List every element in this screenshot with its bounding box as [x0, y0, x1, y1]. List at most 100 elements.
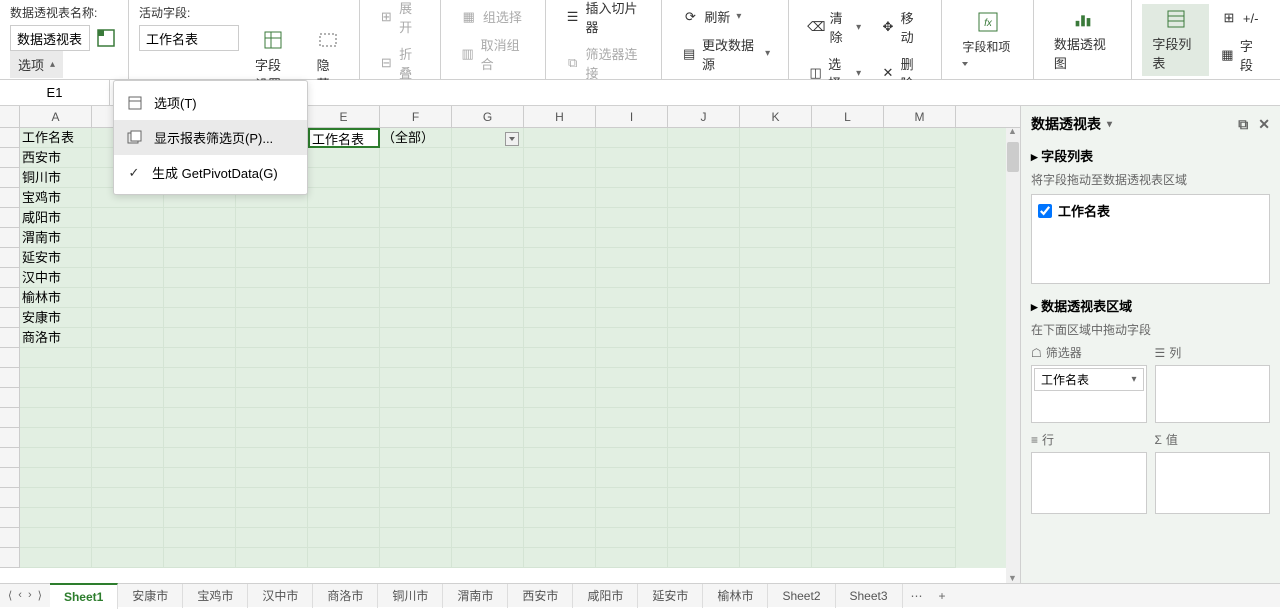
cell[interactable] — [20, 528, 92, 548]
cell[interactable] — [380, 288, 452, 308]
cell[interactable] — [452, 148, 524, 168]
cell[interactable] — [668, 268, 740, 288]
row-header[interactable] — [0, 508, 20, 528]
cell[interactable] — [740, 448, 812, 468]
clear-button[interactable]: ⌫清除▾ — [799, 4, 869, 50]
cell[interactable] — [524, 448, 596, 468]
cell[interactable] — [92, 328, 164, 348]
sheet-tab[interactable]: 西安市 — [508, 584, 573, 608]
cell[interactable] — [740, 228, 812, 248]
cell[interactable] — [308, 468, 380, 488]
value-drop-zone[interactable] — [1155, 452, 1271, 514]
cell[interactable] — [740, 408, 812, 428]
cell[interactable] — [596, 308, 668, 328]
cell[interactable]: 工作名表 — [308, 128, 380, 148]
cell[interactable] — [524, 208, 596, 228]
row-header[interactable] — [0, 368, 20, 388]
cell[interactable] — [812, 268, 884, 288]
row-header[interactable] — [0, 188, 20, 208]
cell[interactable] — [308, 488, 380, 508]
cell[interactable] — [308, 328, 380, 348]
cell[interactable] — [740, 148, 812, 168]
cell[interactable] — [524, 128, 596, 148]
field-and-item-button[interactable]: fx 字段和项 — [952, 4, 1023, 75]
cell[interactable] — [812, 288, 884, 308]
cell[interactable] — [452, 408, 524, 428]
cell[interactable] — [92, 368, 164, 388]
close-icon[interactable]: ✕ — [1258, 116, 1270, 133]
cell[interactable] — [596, 268, 668, 288]
cell[interactable] — [236, 448, 308, 468]
cell[interactable] — [740, 188, 812, 208]
field-list-button[interactable]: 字段列表 — [1142, 4, 1209, 76]
cell[interactable] — [20, 508, 92, 528]
cell[interactable] — [452, 168, 524, 188]
cell[interactable] — [452, 208, 524, 228]
select-all-corner[interactable] — [0, 106, 20, 127]
cell[interactable] — [668, 308, 740, 328]
cell[interactable] — [20, 548, 92, 568]
cell[interactable] — [740, 388, 812, 408]
cell[interactable] — [380, 508, 452, 528]
row-header[interactable] — [0, 448, 20, 468]
cell[interactable] — [668, 228, 740, 248]
cell[interactable] — [884, 488, 956, 508]
row-header[interactable] — [0, 288, 20, 308]
cell[interactable] — [452, 328, 524, 348]
cell[interactable] — [596, 168, 668, 188]
cell[interactable] — [668, 348, 740, 368]
cell[interactable] — [884, 348, 956, 368]
cell[interactable] — [236, 408, 308, 428]
move-button[interactable]: ✥移动 — [871, 4, 931, 50]
cell[interactable] — [596, 508, 668, 528]
pivot-name-input[interactable] — [10, 25, 90, 51]
filter-drop-zone[interactable]: 工作名表▾ — [1031, 365, 1147, 423]
sheet-tab[interactable]: 汉中市 — [248, 584, 313, 608]
cell[interactable] — [668, 488, 740, 508]
cell[interactable] — [20, 428, 92, 448]
field-checkbox[interactable] — [1038, 204, 1052, 218]
cell[interactable] — [236, 368, 308, 388]
cell[interactable] — [740, 268, 812, 288]
vertical-scrollbar[interactable]: ▲ ▼ — [1006, 128, 1020, 583]
cell[interactable] — [884, 228, 956, 248]
cell[interactable] — [236, 288, 308, 308]
cell[interactable] — [236, 308, 308, 328]
cell[interactable] — [596, 548, 668, 568]
cell[interactable] — [308, 408, 380, 428]
field-list[interactable]: 工作名表 — [1031, 194, 1270, 284]
scroll-down-icon[interactable]: ▼ — [1008, 573, 1017, 583]
row-header[interactable] — [0, 148, 20, 168]
cell[interactable]: 工作名表 — [20, 128, 92, 148]
cell[interactable] — [740, 328, 812, 348]
cell[interactable] — [308, 308, 380, 328]
cell[interactable] — [812, 488, 884, 508]
cell[interactable] — [92, 408, 164, 428]
cell[interactable] — [452, 368, 524, 388]
scroll-up-icon[interactable]: ▲ — [1008, 126, 1017, 136]
cell[interactable] — [452, 348, 524, 368]
col-header[interactable]: M — [884, 106, 956, 127]
cell[interactable] — [380, 268, 452, 288]
cell[interactable] — [596, 248, 668, 268]
cell[interactable] — [740, 168, 812, 188]
pivot-chart-button[interactable]: 数据透视图 — [1044, 4, 1121, 76]
cell[interactable] — [812, 408, 884, 428]
cell[interactable] — [164, 228, 236, 248]
cell[interactable] — [524, 188, 596, 208]
row-header[interactable] — [0, 408, 20, 428]
cell[interactable] — [812, 248, 884, 268]
plus-minus-button[interactable]: ⊞+/- — [1211, 4, 1270, 32]
row-header[interactable] — [0, 468, 20, 488]
cell[interactable] — [452, 268, 524, 288]
change-source-button[interactable]: ▤更改数据源▾ — [672, 31, 778, 77]
cell[interactable] — [812, 548, 884, 568]
field-header-button[interactable]: ▦字段 — [1211, 32, 1270, 78]
cell[interactable] — [668, 388, 740, 408]
cell[interactable] — [452, 388, 524, 408]
cell[interactable] — [668, 448, 740, 468]
cell[interactable] — [812, 128, 884, 148]
cell[interactable] — [236, 468, 308, 488]
cell[interactable] — [308, 188, 380, 208]
cell[interactable]: 宝鸡市 — [20, 188, 92, 208]
